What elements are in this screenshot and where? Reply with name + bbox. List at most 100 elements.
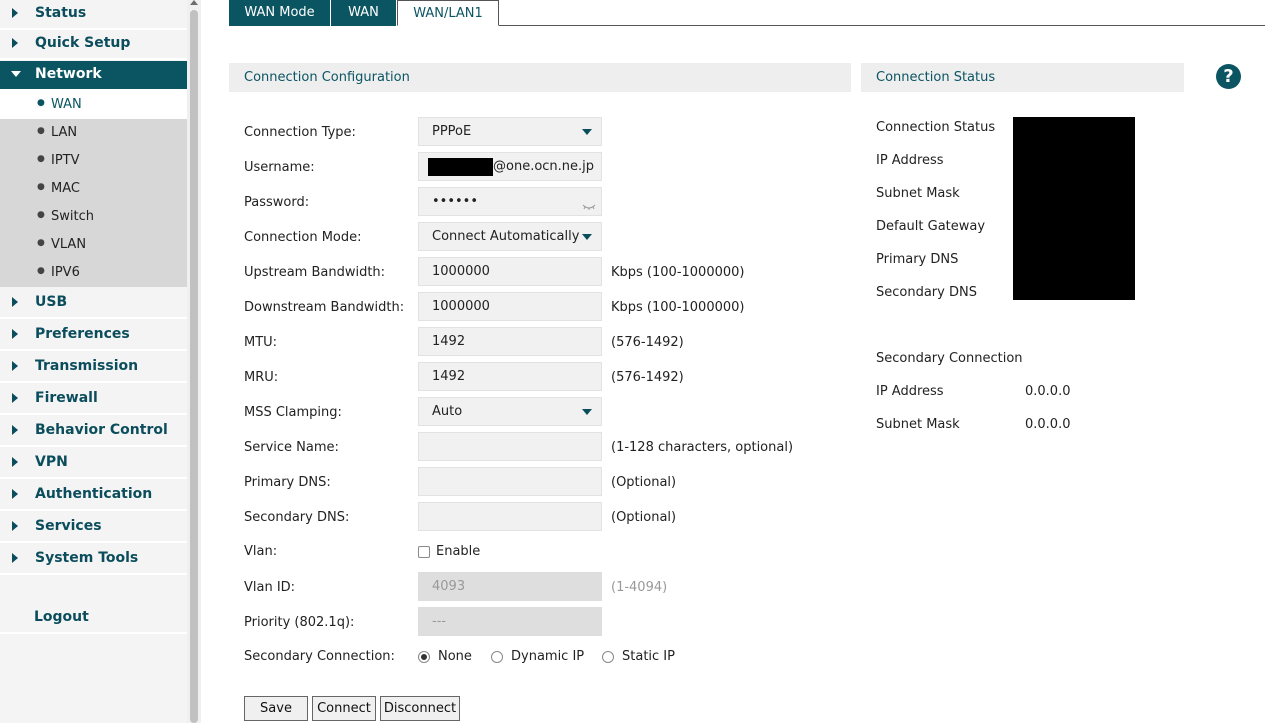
downstream-bandwidth-input[interactable]: 1000000 (418, 292, 602, 321)
connection-type-value: PPPoE (432, 124, 472, 139)
mtu-hint: (576-1492) (611, 335, 684, 350)
sidebar-item-behavior-control[interactable]: Behavior Control (0, 417, 187, 447)
caret-right-icon (12, 553, 18, 563)
secondary-connection-static-ip-label: Static IP (622, 649, 675, 664)
sidebar-item-network[interactable]: Network (0, 61, 187, 91)
vlan-label: Vlan: (244, 544, 278, 559)
secondary-connection-static-ip-radio[interactable] (602, 651, 614, 663)
status-default-gateway-label: Default Gateway (876, 219, 986, 234)
sidebar-subitem-ipv6[interactable]: ● IPV6 (0, 259, 187, 287)
logout-link[interactable]: Logout (34, 609, 89, 625)
question-icon[interactable]: ? (1216, 64, 1241, 89)
network-submenu: ● WAN ● LAN ● IPTV ● MAC ● Switch ● VLAN… (0, 91, 187, 287)
mss-clamping-select[interactable]: Auto (418, 397, 602, 426)
status-subnet-mask-label: Subnet Mask (876, 186, 960, 201)
sidebar-subitem-label: VLAN (51, 237, 87, 252)
vlan-id-input: 4093 (418, 572, 602, 601)
bullet-icon: ● (37, 154, 45, 164)
mru-input[interactable]: 1492 (418, 362, 602, 391)
tab-wan-mode[interactable]: WAN Mode (229, 0, 331, 26)
downstream-bandwidth-label: Downstream Bandwidth: (244, 300, 405, 315)
secondary-connection-dynamic-ip-radio[interactable] (491, 651, 503, 663)
status-ip-address-label: IP Address (876, 153, 944, 168)
sidebar-subitem-mac[interactable]: ● MAC (0, 175, 187, 203)
mru-hint: (576-1492) (611, 370, 684, 385)
secondary-connection-dynamic-ip-label: Dynamic IP (511, 649, 585, 664)
sidebar-item-quick-setup[interactable]: Quick Setup (0, 30, 187, 60)
upstream-bandwidth-hint: Kbps (100-1000000) (611, 265, 745, 280)
sidebar-item-preferences[interactable]: Preferences (0, 321, 187, 351)
scrollbar-thumb[interactable] (190, 10, 198, 723)
sidebar-subitem-label: WAN (51, 97, 82, 112)
mss-clamping-label: MSS Clamping: (244, 405, 342, 420)
bullet-icon: ● (37, 210, 45, 220)
bullet-icon: ● (37, 266, 45, 276)
caret-down-icon (11, 71, 21, 77)
priority-label: Priority (802.1q): (244, 615, 355, 630)
connection-type-select[interactable]: PPPoE (418, 117, 602, 146)
sidebar-item-vpn[interactable]: VPN (0, 449, 187, 479)
dropdown-arrow-icon (582, 409, 592, 415)
secondary-subnet-mask-label: Subnet Mask (876, 417, 960, 432)
eye-closed-icon[interactable] (582, 194, 596, 221)
sidebar-item-label: Preferences (35, 326, 130, 342)
sidebar-subitem-iptv[interactable]: ● IPTV (0, 147, 187, 175)
sidebar-subitem-label: Switch (51, 209, 94, 224)
sidebar: Status Quick Setup Network ● WAN ● LAN ●… (0, 0, 187, 723)
secondary-connection-none-radio[interactable] (418, 651, 430, 663)
vlan-enable-checkbox[interactable] (418, 546, 430, 558)
sidebar-item-status[interactable]: Status (0, 0, 187, 30)
sidebar-item-usb[interactable]: USB (0, 289, 187, 319)
secondary-subnet-mask-value: 0.0.0.0 (1025, 417, 1071, 432)
secondary-dns-input[interactable] (418, 502, 602, 531)
save-button[interactable]: Save (244, 696, 308, 721)
tab-wan-lan1[interactable]: WAN/LAN1 (397, 0, 499, 26)
sidebar-subitem-lan[interactable]: ● LAN (0, 119, 187, 147)
connection-mode-select[interactable]: Connect Automatically (418, 222, 602, 251)
caret-right-icon (12, 8, 18, 18)
sidebar-item-system-tools[interactable]: System Tools (0, 545, 187, 575)
sidebar-item-transmission[interactable]: Transmission (0, 353, 187, 383)
caret-right-icon (12, 489, 18, 499)
password-field[interactable]: •••••• (418, 187, 602, 216)
connection-configuration-header: Connection Configuration (229, 63, 851, 92)
password-value: •••••• (432, 194, 479, 209)
downstream-bandwidth-hint: Kbps (100-1000000) (611, 300, 745, 315)
connection-mode-value: Connect Automatically (432, 229, 580, 244)
sidebar-item-label: USB (35, 294, 68, 310)
dropdown-arrow-icon (582, 234, 592, 240)
scroll-up-arrow-icon[interactable] (190, 0, 198, 5)
vlan-id-hint: (1-4094) (611, 580, 668, 595)
sidebar-item-label: Authentication (35, 486, 153, 502)
connection-status-header: Connection Status (861, 63, 1184, 92)
sidebar-item-services[interactable]: Services (0, 513, 187, 543)
sidebar-item-firewall[interactable]: Firewall (0, 385, 187, 415)
redacted-block (428, 158, 493, 176)
sidebar-item-authentication[interactable]: Authentication (0, 481, 187, 511)
sidebar-scrollbar[interactable] (187, 0, 201, 723)
mtu-input[interactable]: 1492 (418, 327, 602, 356)
sidebar-subitem-label: IPTV (51, 153, 80, 168)
upstream-bandwidth-input[interactable]: 1000000 (418, 257, 602, 286)
sidebar-subitem-vlan[interactable]: ● VLAN (0, 231, 187, 259)
sidebar-item-label: Behavior Control (35, 422, 168, 438)
connection-mode-label: Connection Mode: (244, 230, 362, 245)
caret-right-icon (12, 361, 18, 371)
sidebar-item-label: VPN (35, 454, 68, 470)
service-name-input[interactable] (418, 432, 602, 461)
caret-right-icon (12, 393, 18, 403)
secondary-dns-hint: (Optional) (611, 510, 677, 525)
sidebar-subitem-switch[interactable]: ● Switch (0, 203, 187, 231)
tab-wan[interactable]: WAN (331, 0, 397, 26)
disconnect-button[interactable]: Disconnect (380, 696, 460, 721)
sidebar-subitem-wan[interactable]: ● WAN (0, 91, 187, 119)
sidebar-subitem-label: MAC (51, 181, 80, 196)
dropdown-arrow-icon (582, 129, 592, 135)
username-field[interactable]: @one.ocn.ne.jp (418, 152, 602, 181)
sidebar-subitem-label: LAN (51, 125, 78, 140)
sidebar-item-label: Status (35, 5, 87, 21)
priority-input: --- (418, 607, 602, 636)
redacted-status-values (1013, 117, 1135, 300)
connect-button[interactable]: Connect (312, 696, 376, 721)
primary-dns-input[interactable] (418, 467, 602, 496)
